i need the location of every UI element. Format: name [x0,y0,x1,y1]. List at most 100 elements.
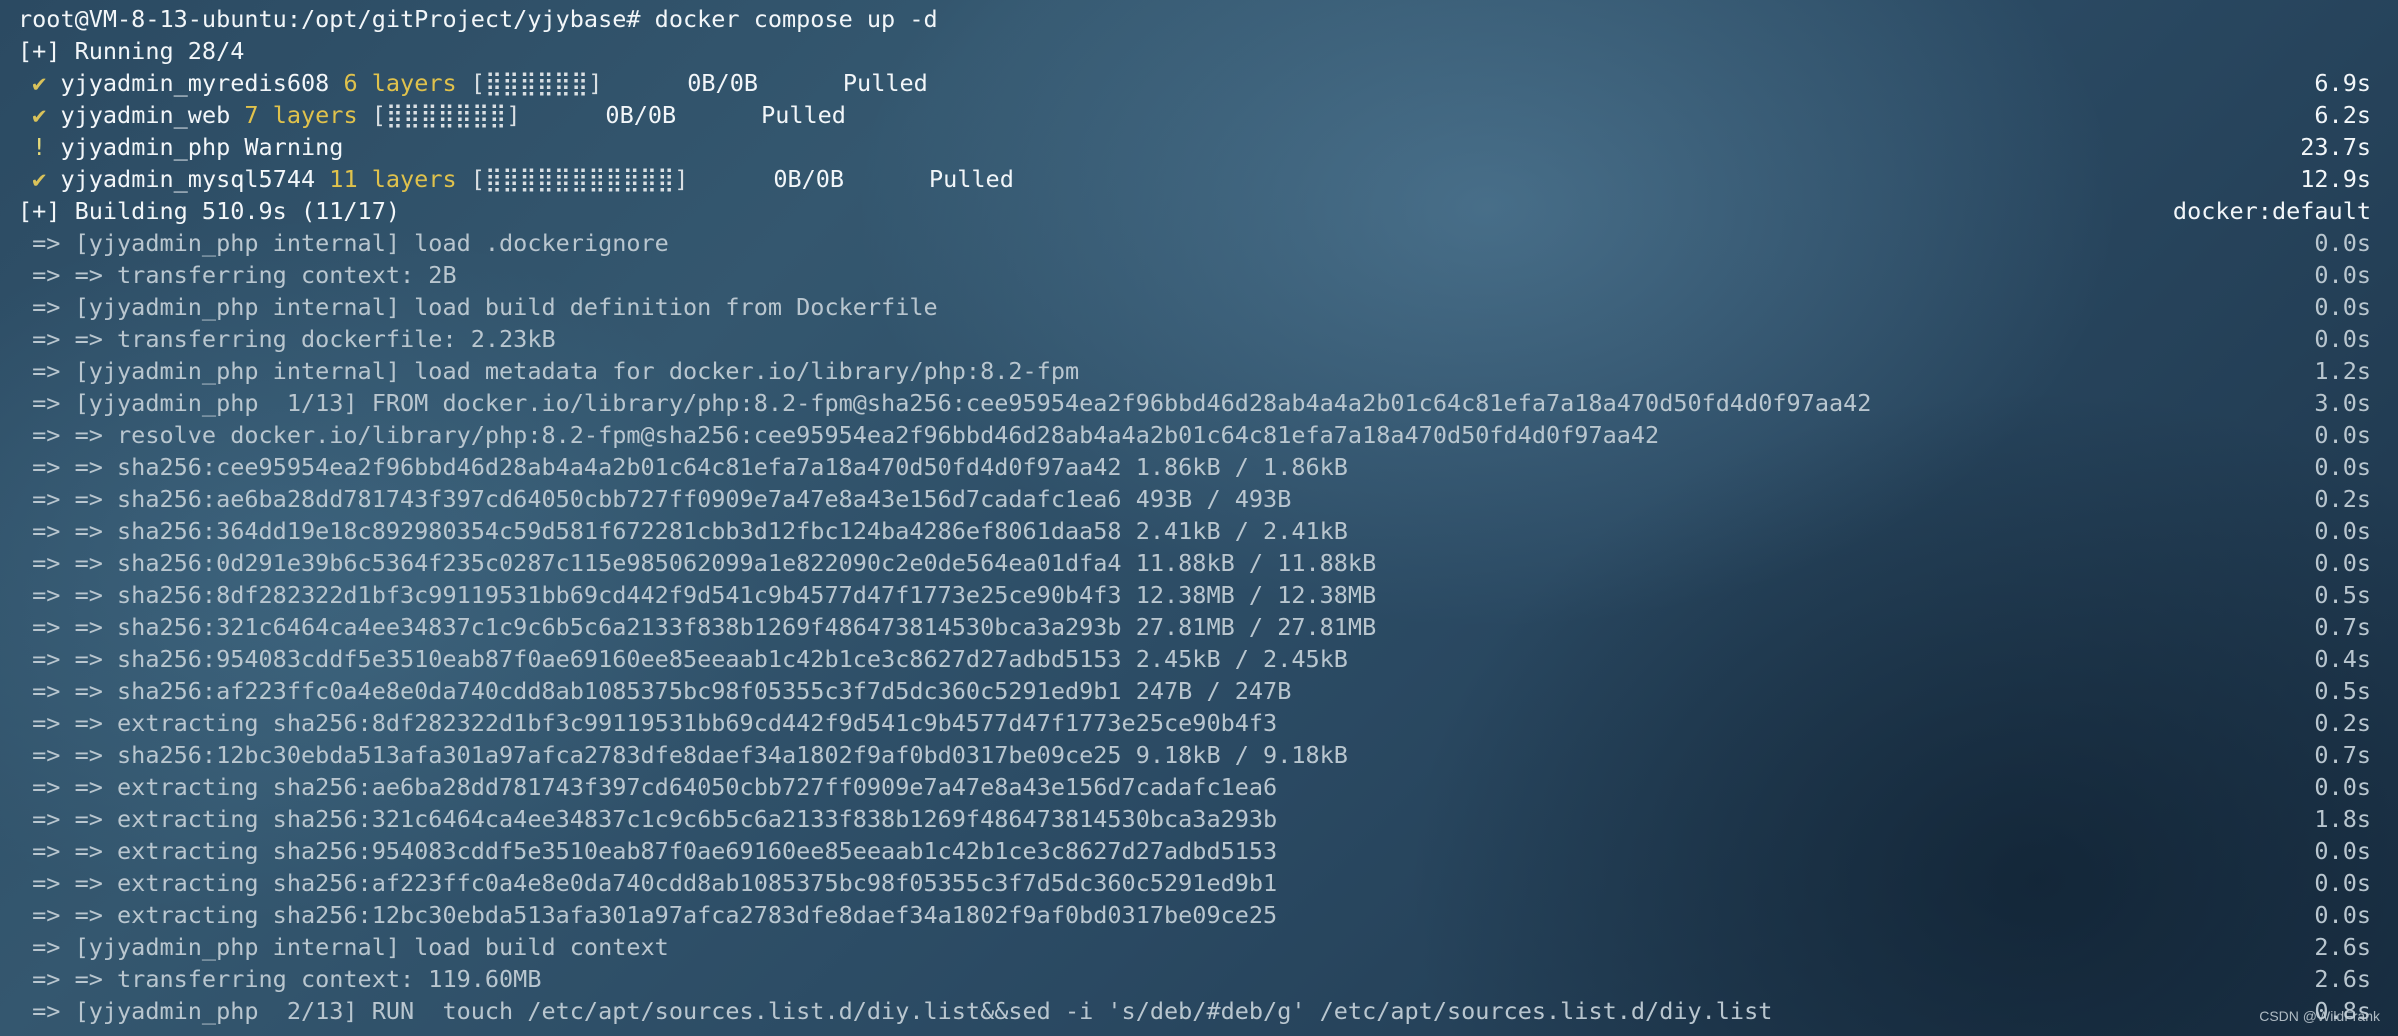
build-step: => [yjyadmin_php internal] load build co… [18,931,2371,963]
build-step-time: 0.5s [2314,581,2371,609]
service-name: yjyadmin_web [60,101,231,129]
build-step-text: => => sha256:8df282322d1bf3c99119531bb69… [18,581,1377,609]
build-step: => => sha256:cee95954ea2f96bbd46d28ab4a4… [18,451,2371,483]
build-step-time: 0.2s [2314,485,2371,513]
build-step: => => sha256:af223ffc0a4e8e0da740cdd8ab1… [18,675,2371,707]
build-step: => => resolve docker.io/library/php:8.2-… [18,419,2371,451]
build-step: => => extracting sha256:954083cddf5e3510… [18,835,2371,867]
build-step-time: 0.0s [2314,261,2371,289]
build-step-time: 0.0s [2314,773,2371,801]
build-step-text: => [yjyadmin_php internal] load metadata… [18,357,1080,385]
command-prompt-line: root@VM-8-13-ubuntu:/opt/gitProject/yjyb… [18,3,2371,35]
build-step-time: 0.0s [2314,325,2371,353]
build-step: => => extracting sha256:af223ffc0a4e8e0d… [18,867,2371,899]
pull-row-php: ! yjyadmin_php Warning 23.7s [18,131,2371,163]
service-name: yjyadmin_mysql5744 [60,165,316,193]
service-name: yjyadmin_myredis608 [60,69,330,97]
build-step: => => transferring dockerfile: 2.23kB 0.… [18,323,2371,355]
warning-icon: ! [32,133,47,161]
build-step-time: 0.0s [2314,453,2371,481]
running-header-text: [+] Running 28/4 [18,37,245,65]
build-step-text: => => transferring dockerfile: 2.23kB [18,325,556,353]
watermark: CSDN @WildFrank [2259,1008,2380,1024]
build-step: => => sha256:12bc30ebda513afa301a97afca2… [18,739,2371,771]
build-step: => => sha256:0d291e39b6c5364f235c0287c11… [18,547,2371,579]
build-step: => [yjyadmin_php internal] load .dockeri… [18,227,2371,259]
pull-time: 6.9s [2314,69,2371,97]
build-step: => => sha256:364dd19e18c892980354c59d581… [18,515,2371,547]
build-step-text: => => sha256:af223ffc0a4e8e0da740cdd8ab1… [18,677,1292,705]
build-step: => [yjyadmin_php 1/13] FROM docker.io/li… [18,387,2371,419]
transfer-size: 0B/0B [605,101,677,129]
layer-count: 7 layers [244,101,358,129]
build-step-time: 0.0s [2314,421,2371,449]
build-step-text: => => sha256:0d291e39b6c5364f235c0287c11… [18,549,1377,577]
build-step: => => sha256:954083cddf5e3510eab87f0ae69… [18,643,2371,675]
build-step-time: 0.7s [2314,741,2371,769]
build-step: => => transferring context: 2B 0.0s [18,259,2371,291]
build-step-text: => => transferring context: 2B [18,261,457,289]
build-step-time: 0.5s [2314,677,2371,705]
building-header: [+] Building 510.9s (11/17) docker:defau… [18,195,2371,227]
build-step-text: => => sha256:954083cddf5e3510eab87f0ae69… [18,645,1348,673]
pull-status: Pulled [928,165,1014,193]
layer-progress-bar: [⣿⣿⣿⣿⣿⣿⣿] [371,101,521,129]
build-step: => => extracting sha256:321c6464ca4ee348… [18,803,2371,835]
layer-progress-bar: [⣿⣿⣿⣿⣿⣿⣿⣿⣿⣿⣿] [470,165,689,193]
service-name: yjyadmin_php [60,133,231,161]
build-step-time: 0.4s [2314,645,2371,673]
build-step-time: 0.0s [2314,549,2371,577]
layer-count: 6 layers [343,69,457,97]
build-step: => => transferring context: 119.60MB 2.6… [18,963,2371,995]
build-step-time: 0.7s [2314,613,2371,641]
build-step-text: => => extracting sha256:12bc30ebda513afa… [18,901,1278,929]
build-step-time: 0.0s [2314,517,2371,545]
build-step-text: => => extracting sha256:321c6464ca4ee348… [18,805,1278,833]
build-step-time: 1.8s [2314,805,2371,833]
build-step-text: => [yjyadmin_php internal] load .dockeri… [18,229,669,257]
build-step-text: => => extracting sha256:8df282322d1bf3c9… [18,709,1278,737]
pull-time: 6.2s [2314,101,2371,129]
build-step-time: 0.0s [2314,901,2371,929]
build-step-time: 0.0s [2314,837,2371,865]
build-step: => [yjyadmin_php 2/13] RUN touch /etc/ap… [18,995,2371,1027]
build-step-text: => [yjyadmin_php internal] load build co… [18,933,669,961]
pull-status: Warning [244,133,344,161]
build-step-text: => [yjyadmin_php 1/13] FROM docker.io/li… [18,389,1872,417]
pull-row-mysql5744: ✔ yjyadmin_mysql5744 11 layers [⣿⣿⣿⣿⣿⣿⣿⣿… [18,163,2371,195]
check-icon: ✔ [32,165,47,193]
build-step-time: 0.2s [2314,709,2371,737]
build-step: => => extracting sha256:12bc30ebda513afa… [18,899,2371,931]
pull-status: Pulled [761,101,846,129]
terminal-window[interactable]: root@VM-8-13-ubuntu:/opt/gitProject/yjyb… [0,0,2398,1036]
running-header: [+] Running 28/4 [18,35,2371,67]
layer-progress-bar: [⣿⣿⣿⣿⣿⣿] [470,69,603,97]
build-step-time: 0.0s [2314,293,2371,321]
pull-time: 12.9s [2300,165,2371,193]
build-step: => => sha256:ae6ba28dd781743f397cd64050c… [18,483,2371,515]
transfer-size: 0B/0B [773,165,845,193]
build-step-text: => => transferring context: 119.60MB [18,965,542,993]
build-step-time: 3.0s [2314,389,2371,417]
build-step-time: 0.0s [2314,869,2371,897]
build-step-text: => [yjyadmin_php 2/13] RUN touch /etc/ap… [18,997,1773,1025]
build-step: => [yjyadmin_php internal] load metadata… [18,355,2371,387]
build-step-text: => => extracting sha256:954083cddf5e3510… [18,837,1278,865]
building-header-text: [+] Building 510.9s (11/17) [18,197,401,225]
build-step-text: => [yjyadmin_php internal] load build de… [18,293,938,321]
build-step-text: => => sha256:ae6ba28dd781743f397cd64050c… [18,485,1292,513]
build-step: => => extracting sha256:8df282322d1bf3c9… [18,707,2371,739]
layer-count: 11 layers [329,165,457,193]
check-icon: ✔ [32,101,47,129]
build-step-text: => => sha256:cee95954ea2f96bbd46d28ab4a4… [18,453,1348,481]
build-step-text: => => sha256:12bc30ebda513afa301a97afca2… [18,741,1348,769]
build-step-time: 2.6s [2314,933,2371,961]
pull-time: 23.7s [2300,133,2371,161]
build-step-time: 1.2s [2314,357,2371,385]
build-step: => => sha256:321c6464ca4ee34837c1c9c6b5c… [18,611,2371,643]
build-step: => => extracting sha256:ae6ba28dd781743f… [18,771,2371,803]
build-step-text: => => extracting sha256:af223ffc0a4e8e0d… [18,869,1278,897]
build-step: => [yjyadmin_php internal] load build de… [18,291,2371,323]
pull-row-myredis608: ✔ yjyadmin_myredis608 6 layers [⣿⣿⣿⣿⣿⣿] … [18,67,2371,99]
check-icon: ✔ [32,69,47,97]
